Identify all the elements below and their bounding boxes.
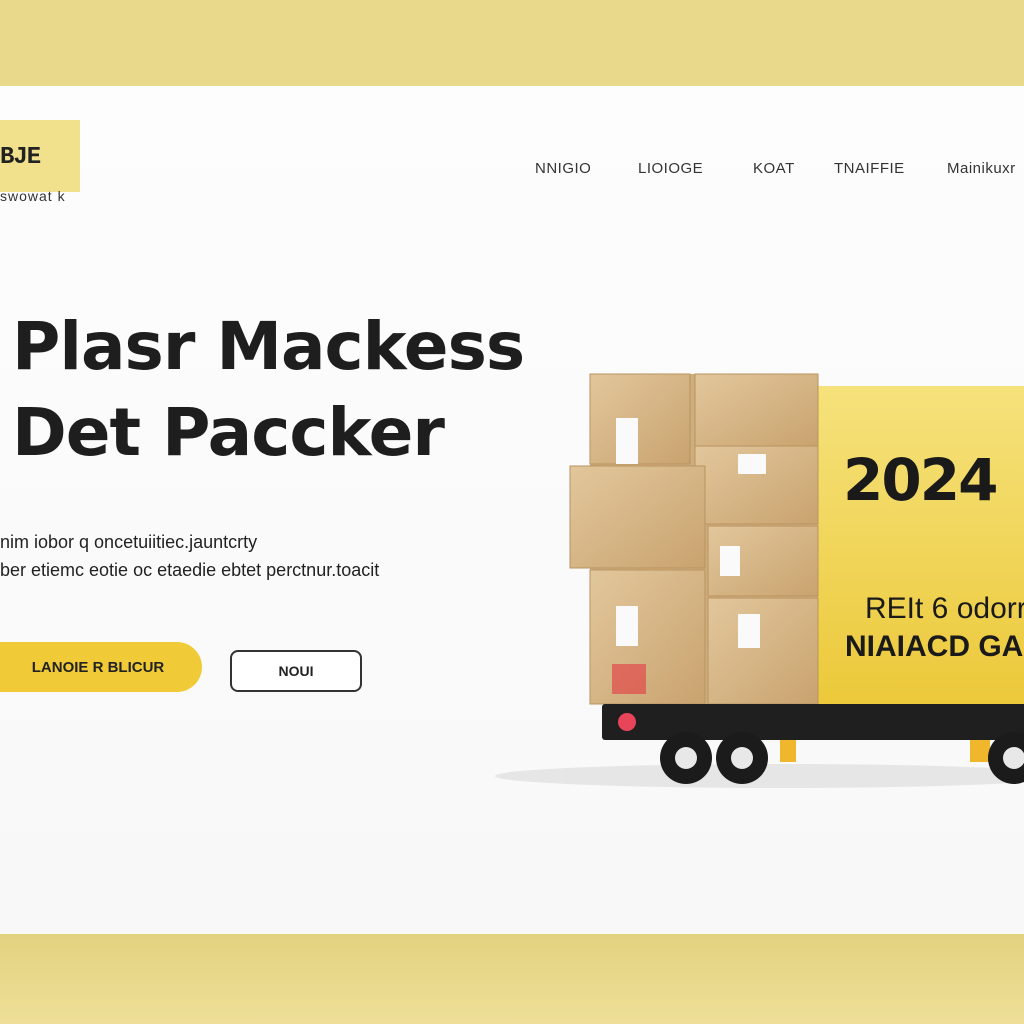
secondary-cta-button[interactable]: NOUI [230, 650, 362, 692]
logo-tagline: swowat k [0, 188, 66, 204]
hero-description-line-2: ber etiemc eotie oc etaedie ebtet perctn… [0, 560, 380, 580]
nav-item-5[interactable]: Mainikuxr [947, 160, 1016, 177]
hero-description-line-1: nim iobor q oncetuiitiec.jauntcrty [0, 532, 258, 552]
nav-item-4[interactable]: TNAIFFIE [834, 160, 905, 177]
landing-page: BJE swowat k NNIGIO LIOIOGE KOAT TNAIFFI… [0, 86, 1024, 934]
truck-chassis [602, 704, 1024, 740]
nav-item-2[interactable]: LIOIOGE [638, 160, 703, 177]
hero-title: Plasr Mackess Det Paccker [12, 304, 525, 476]
top-background-band [0, 0, 1024, 86]
moving-truck-illustration: 2024 REIt 6 odorr NIAIACD GA [480, 356, 1024, 816]
truck-ad-year: 2024 [843, 446, 998, 514]
truck-light [618, 713, 636, 731]
hero-description: nim iobor q oncetuiitiec.jauntcrty ber e… [0, 528, 379, 584]
nav-item-1[interactable]: NNIGIO [535, 160, 591, 177]
nav-item-3[interactable]: KOAT [753, 160, 795, 177]
truck-ad-line-1: REIt 6 odorr [865, 592, 1024, 625]
main-nav: NNIGIO LIOIOGE KOAT TNAIFFIE Mainikuxr [0, 160, 1024, 180]
primary-cta-button[interactable]: LANOIE R BLICUR [0, 642, 202, 692]
hero-title-line-2: Det Paccker [12, 394, 445, 471]
cardboard-boxes [569, 373, 819, 705]
truck-graphic [495, 373, 1024, 788]
hero-title-line-1: Plasr Mackess [12, 308, 525, 385]
bottom-background-band [0, 934, 1024, 1024]
truck-ad-line-2: NIAIACD GA [845, 630, 1024, 663]
